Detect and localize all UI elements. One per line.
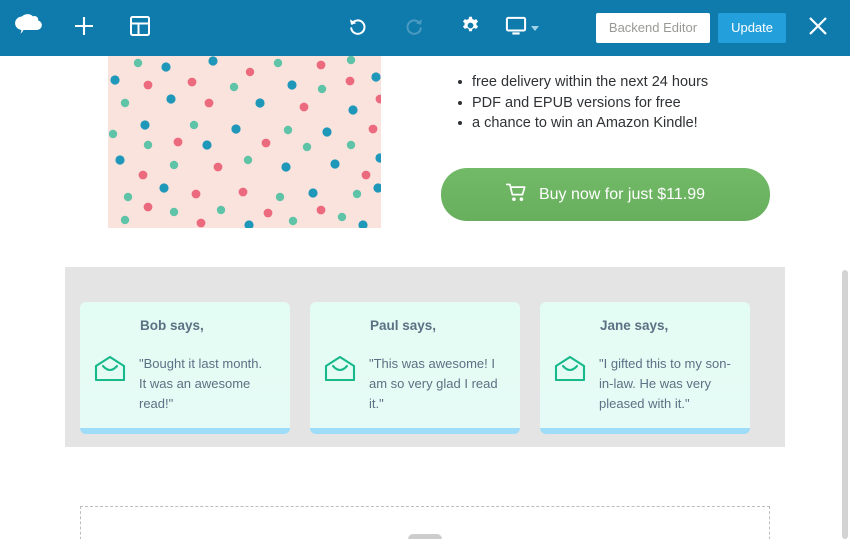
settings-button[interactable] — [442, 0, 498, 56]
undo-arrow-icon — [347, 15, 369, 42]
hero-text-column: free delivery within the next 24 hours P… — [441, 56, 781, 221]
templates-toolbar-button[interactable] — [112, 0, 168, 56]
feature-list: free delivery within the next 24 hours P… — [441, 72, 781, 134]
testimonials-row: Bob says, "Bought it last month. It was … — [80, 302, 770, 435]
testimonial-author: Bob says, — [140, 318, 204, 333]
scrollbar-thumb[interactable] — [842, 270, 848, 539]
visual-composer-cloud-logo-icon — [13, 13, 43, 43]
monitor-icon — [505, 16, 527, 41]
shopping-cart-icon — [505, 183, 527, 207]
logo-button[interactable] — [0, 0, 56, 56]
layout-grid-icon — [129, 15, 151, 42]
close-editor-button[interactable] — [796, 0, 840, 56]
buy-now-button[interactable]: Buy now for just $11.99 — [441, 168, 770, 221]
gear-icon — [460, 15, 481, 41]
update-button[interactable]: Update — [718, 13, 786, 43]
visual-composer-frontend-editor: Backend Editor Update free delivery with… — [0, 0, 850, 539]
toolbar-right-group: Backend Editor Update — [595, 0, 850, 56]
redo-button[interactable] — [386, 0, 442, 56]
add-element-button[interactable] — [408, 534, 442, 539]
testimonial-author: Jane says, — [600, 318, 669, 333]
book-cover-image[interactable] — [108, 56, 381, 228]
close-x-icon — [807, 15, 829, 42]
testimonial-card[interactable]: Bob says, "Bought it last month. It was … — [80, 302, 290, 435]
open-envelope-icon — [324, 354, 356, 388]
add-element-toolbar-button[interactable] — [56, 0, 112, 56]
testimonial-card[interactable]: Jane says, "I gifted this to my son-in-l… — [540, 302, 750, 435]
plus-icon — [73, 15, 95, 42]
testimonial-quote: "I gifted this to my son-in-law. He was … — [599, 356, 731, 412]
hero-section: free delivery within the next 24 hours P… — [0, 56, 850, 265]
backend-editor-button[interactable]: Backend Editor — [595, 13, 711, 43]
testimonial-body: "This was awesome! I am so very glad I r… — [324, 354, 502, 414]
open-envelope-icon — [554, 354, 586, 388]
toolbar-left-group — [0, 0, 168, 56]
testimonial-quote: "This was awesome! I am so very glad I r… — [369, 356, 498, 412]
testimonial-card[interactable]: Paul says, "This was awesome! I am so ve… — [310, 302, 520, 435]
testimonial-quote: "Bought it last month. It was an awesome… — [139, 356, 263, 412]
testimonial-author: Paul says, — [370, 318, 437, 333]
editor-toolbar: Backend Editor Update — [0, 0, 850, 56]
chevron-down-icon — [531, 25, 539, 31]
undo-button[interactable] — [330, 0, 386, 56]
testimonial-body: "Bought it last month. It was an awesome… — [94, 354, 272, 414]
open-envelope-icon — [94, 354, 126, 388]
page-scrollbar[interactable] — [840, 56, 850, 539]
buy-now-label: Buy now for just $11.99 — [538, 185, 706, 203]
page-canvas: free delivery within the next 24 hours P… — [0, 56, 850, 539]
add-element-dropzone[interactable] — [80, 506, 770, 539]
list-item: free delivery within the next 24 hours — [458, 72, 781, 93]
list-item: PDF and EPUB versions for free — [458, 93, 781, 114]
testimonials-section: Bob says, "Bought it last month. It was … — [65, 267, 785, 447]
testimonial-body: "I gifted this to my son-in-law. He was … — [554, 354, 732, 414]
redo-arrow-icon — [403, 15, 425, 42]
toolbar-center-group — [330, 0, 546, 56]
responsive-preview-button[interactable] — [498, 0, 546, 56]
list-item: a chance to win an Amazon Kindle! — [458, 113, 781, 134]
